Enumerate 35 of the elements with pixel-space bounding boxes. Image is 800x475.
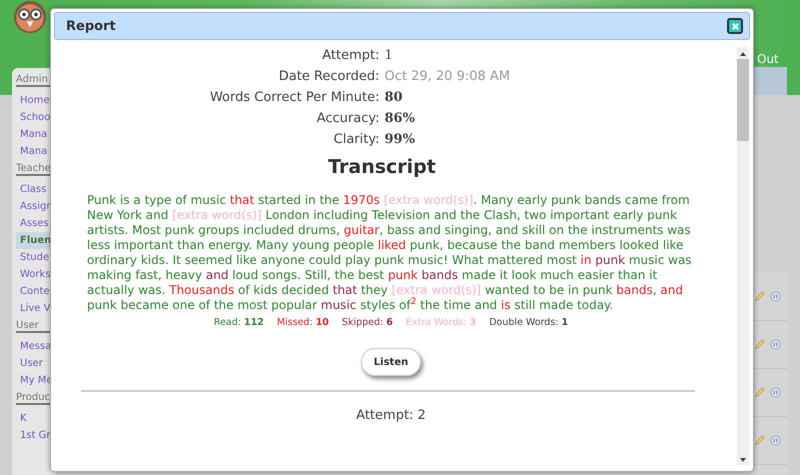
scrollbar-thumb[interactable] xyxy=(737,59,749,141)
field-label: Words Correct Per Minute: xyxy=(208,90,380,105)
field-label: Attempt: xyxy=(321,48,380,63)
close-icon[interactable] xyxy=(727,18,743,34)
section-heading: Transcript xyxy=(327,156,437,178)
pencil-icon[interactable] xyxy=(754,387,765,398)
field-label: Clarity: xyxy=(332,132,380,147)
owl-logo-icon xyxy=(13,0,47,34)
field-value: 99% xyxy=(384,132,416,147)
pause-icon[interactable] xyxy=(770,339,781,350)
stat-text: Extra Words: 3 xyxy=(406,317,476,328)
pause-icon[interactable] xyxy=(770,387,781,398)
pause-icon[interactable] xyxy=(770,435,781,446)
pencil-icon[interactable] xyxy=(754,435,765,446)
field-label: Attempt: 2 xyxy=(355,408,427,423)
dialog-title: Report xyxy=(66,18,116,34)
field-value: 80 xyxy=(384,90,404,105)
field-label: Date Recorded: xyxy=(278,69,380,84)
field-label: Accuracy: xyxy=(316,111,380,126)
scroll-up-arrow-icon[interactable] xyxy=(740,52,746,56)
pencil-icon[interactable] xyxy=(754,339,765,350)
stat-text: Read: 112 xyxy=(214,317,264,328)
stat-text: Double Words: 1 xyxy=(489,317,568,328)
stat-text: Missed: 10 xyxy=(276,317,329,328)
field-value: 1 xyxy=(384,48,394,63)
stat-text: Skipped: 6 xyxy=(342,317,393,328)
pause-icon[interactable] xyxy=(770,291,781,302)
listen-button[interactable]: Listen xyxy=(361,348,421,376)
transcript-text: Punk is a type of music that started in the 1970s [extra word(s)]. Many early punk bands came from New York and [extra word(s)] London including Television and the Clash, two important early punk artists. Most punk groups included drums, guitar, bass and singing, and skill on the instruments was less important than energy. Many young people liked punk, because the band members looked like ordinary kids. It seemed like anyone could play punk music! What mattered most in punk music was making fast, heavy and loud songs. Still, the best punk bands made it look much easier than it actually was. Thousands of kids decided that they [extra word(s)] wanted to be in punk bands, and punk became one of the most popular music styles of$^{2}$ the time and is still made today. xyxy=(87,193,693,313)
pencil-icon[interactable] xyxy=(754,291,765,302)
log-out-link[interactable]: Out xyxy=(757,52,779,66)
scroll-down-arrow-icon[interactable] xyxy=(740,458,746,462)
field-value: 86% xyxy=(384,111,416,126)
field-value: Oct 29, 20 9:08 AM xyxy=(384,69,512,84)
tab-bar xyxy=(752,67,787,95)
